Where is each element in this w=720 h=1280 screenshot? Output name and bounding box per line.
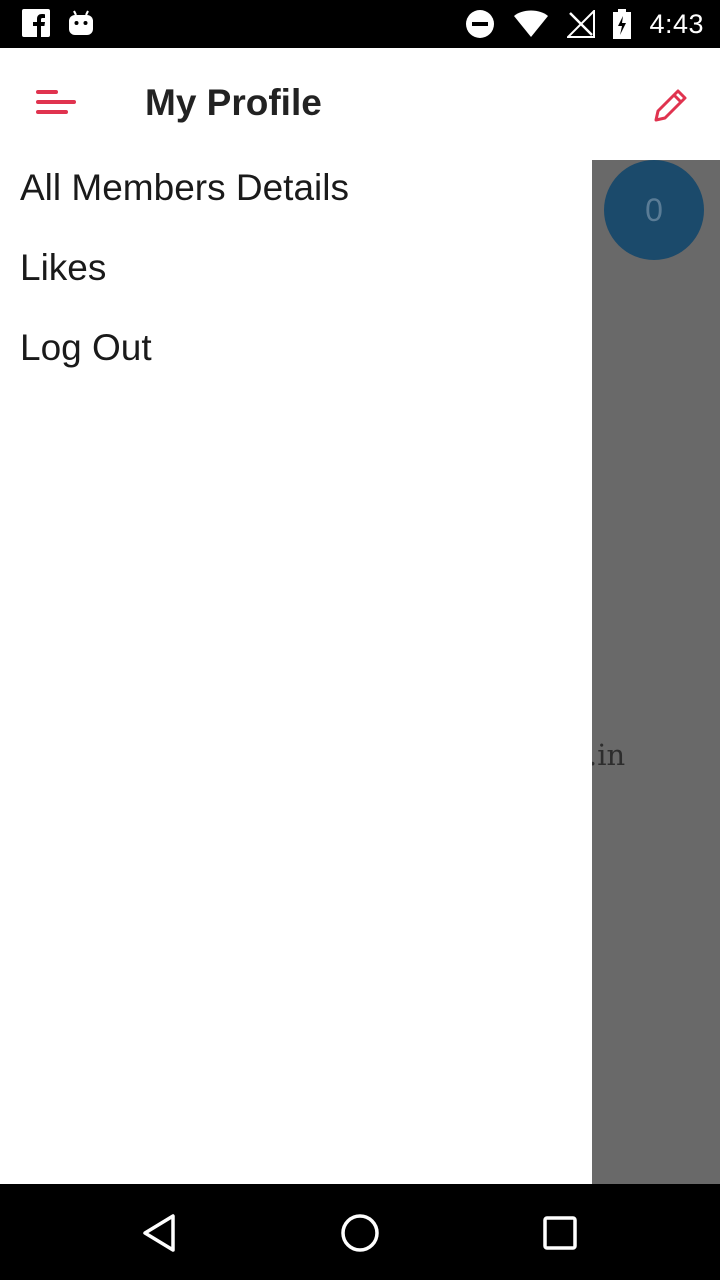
background-scrim[interactable]: 0 .in	[592, 160, 720, 1184]
status-bar: 4:43	[0, 0, 720, 48]
recents-icon	[543, 1216, 577, 1250]
no-signal-icon	[567, 10, 596, 38]
facebook-icon	[22, 9, 50, 37]
pencil-icon	[654, 89, 687, 122]
drawer-item-log-out[interactable]: Log Out	[20, 327, 152, 369]
home-icon	[341, 1214, 379, 1252]
home-button[interactable]	[339, 1212, 381, 1254]
wifi-icon	[514, 10, 549, 37]
android-debug-icon	[69, 10, 93, 35]
back-icon	[143, 1214, 175, 1252]
battery-icon	[613, 9, 632, 39]
menu-icon	[36, 90, 76, 114]
back-button[interactable]	[140, 1212, 182, 1254]
navigation-drawer: All Members Details Likes Log Out	[0, 160, 592, 1184]
system-nav-bar	[0, 1184, 720, 1280]
do-not-disturb-icon	[466, 10, 495, 38]
count-badge: 0	[604, 160, 704, 260]
recents-button[interactable]	[539, 1212, 581, 1254]
page-title: My Profile	[145, 82, 322, 123]
drawer-item-all-members-details[interactable]: All Members Details	[20, 167, 349, 209]
app-bar: My Profile	[0, 48, 720, 160]
menu-button[interactable]	[30, 84, 80, 124]
drawer-item-likes[interactable]: Likes	[20, 247, 106, 289]
edit-profile-button[interactable]	[650, 84, 692, 126]
partial-text: .in	[592, 738, 626, 772]
status-time: 4:43	[649, 8, 704, 39]
